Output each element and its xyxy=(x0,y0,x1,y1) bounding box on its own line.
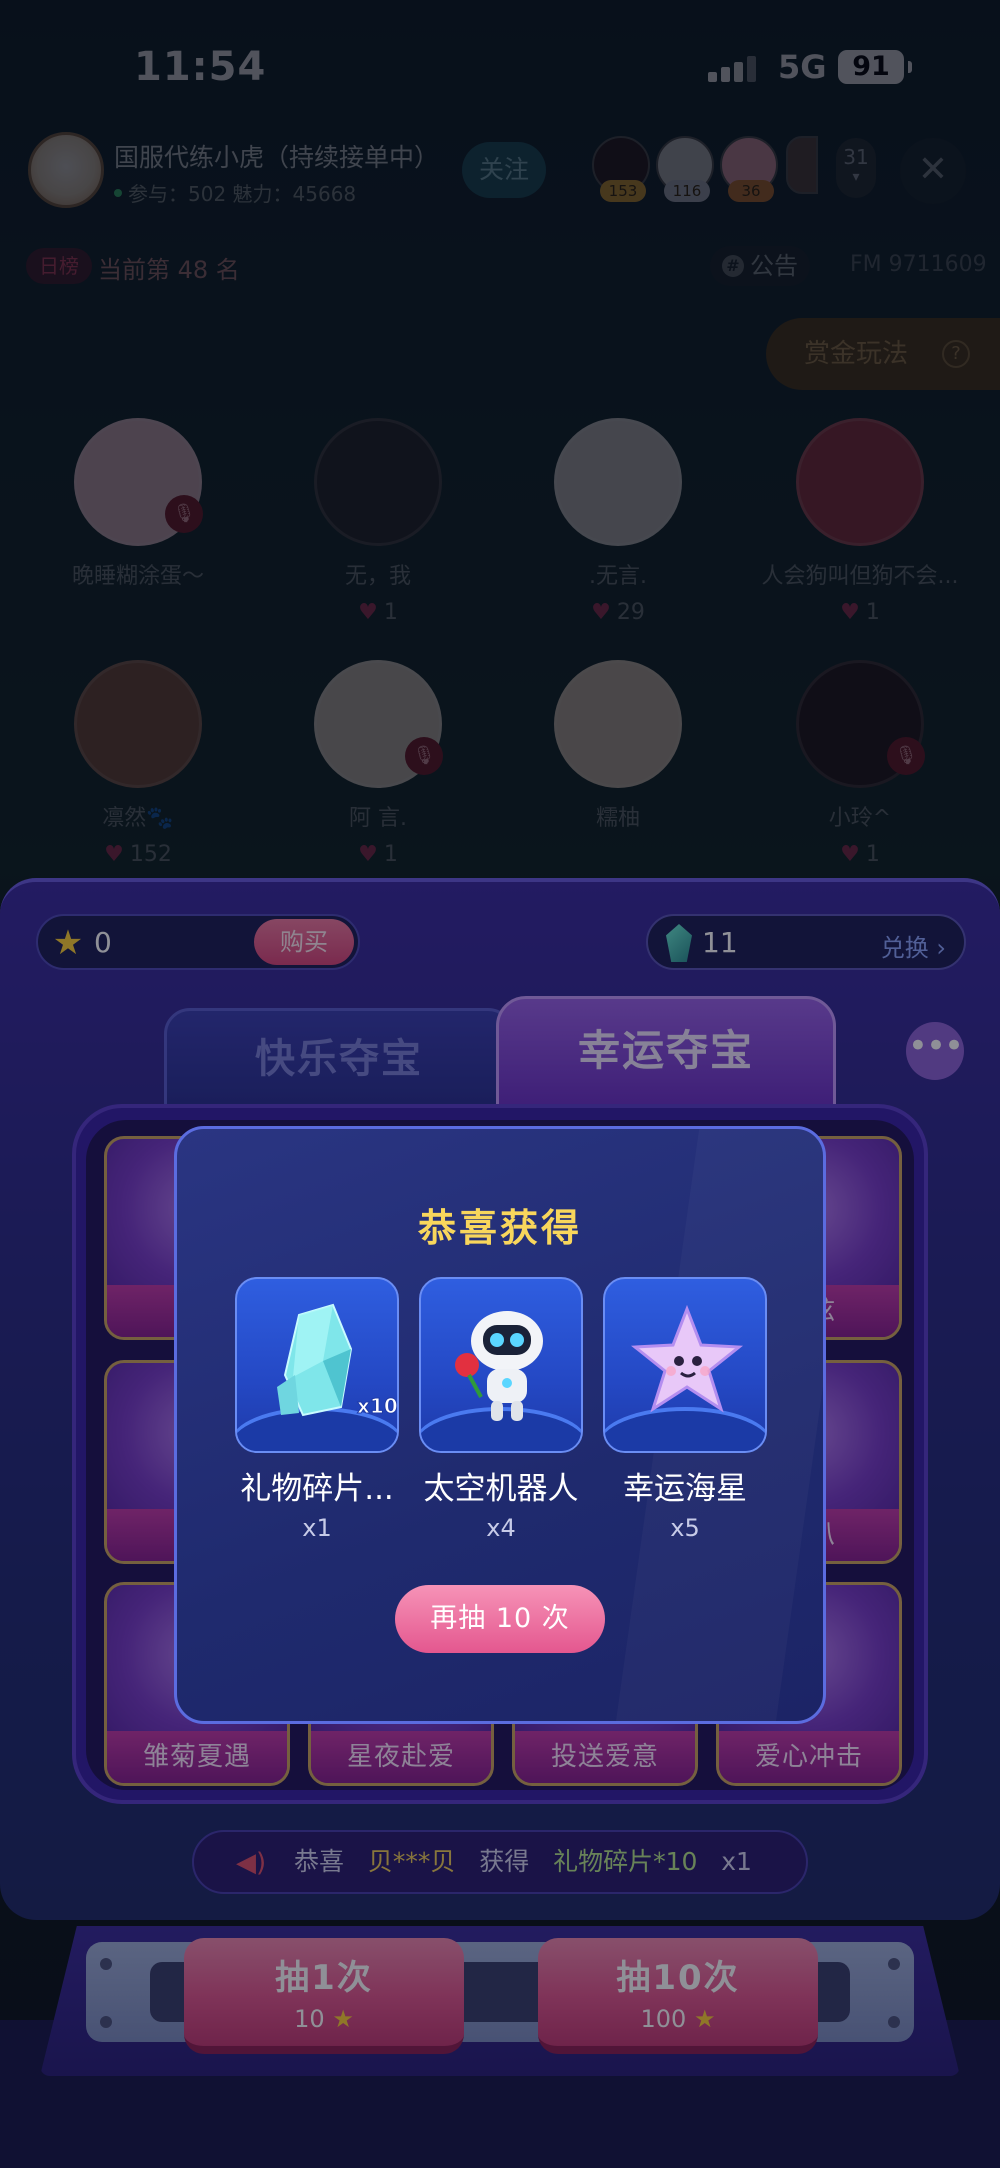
prize-qty: x1 xyxy=(302,1514,332,1542)
prize-tag: x10 xyxy=(357,1394,398,1418)
modal-backdrop[interactable] xyxy=(0,0,1000,2168)
prize-name: 太空机器人 xyxy=(423,1471,579,1507)
starfish-icon xyxy=(630,1304,744,1413)
robot-icon xyxy=(455,1311,543,1421)
modal-title: 恭喜获得 xyxy=(417,1206,582,1250)
reward-modal: 恭喜获得 x10 礼物碎片... x1 太空机器人 x4 幸运海星 x5 再抽 … xyxy=(174,1126,826,1724)
prize-qty: x5 xyxy=(670,1514,700,1542)
prize-card xyxy=(419,1277,583,1453)
prize-qty: x4 xyxy=(486,1514,516,1542)
prize-item: x10 礼物碎片... x1 xyxy=(235,1277,399,1542)
prize-item: 太空机器人 x4 xyxy=(419,1277,583,1542)
prize-item: 幸运海星 x5 xyxy=(603,1277,767,1542)
prize-name: 礼物碎片... xyxy=(240,1471,394,1507)
crystal-shard-icon: x10 xyxy=(277,1303,398,1419)
prize-name: 幸运海星 xyxy=(623,1471,747,1507)
prize-card: x10 xyxy=(235,1277,399,1453)
prize-card xyxy=(603,1277,767,1453)
draw-again-button[interactable]: 再抽 10 次 xyxy=(395,1585,605,1653)
